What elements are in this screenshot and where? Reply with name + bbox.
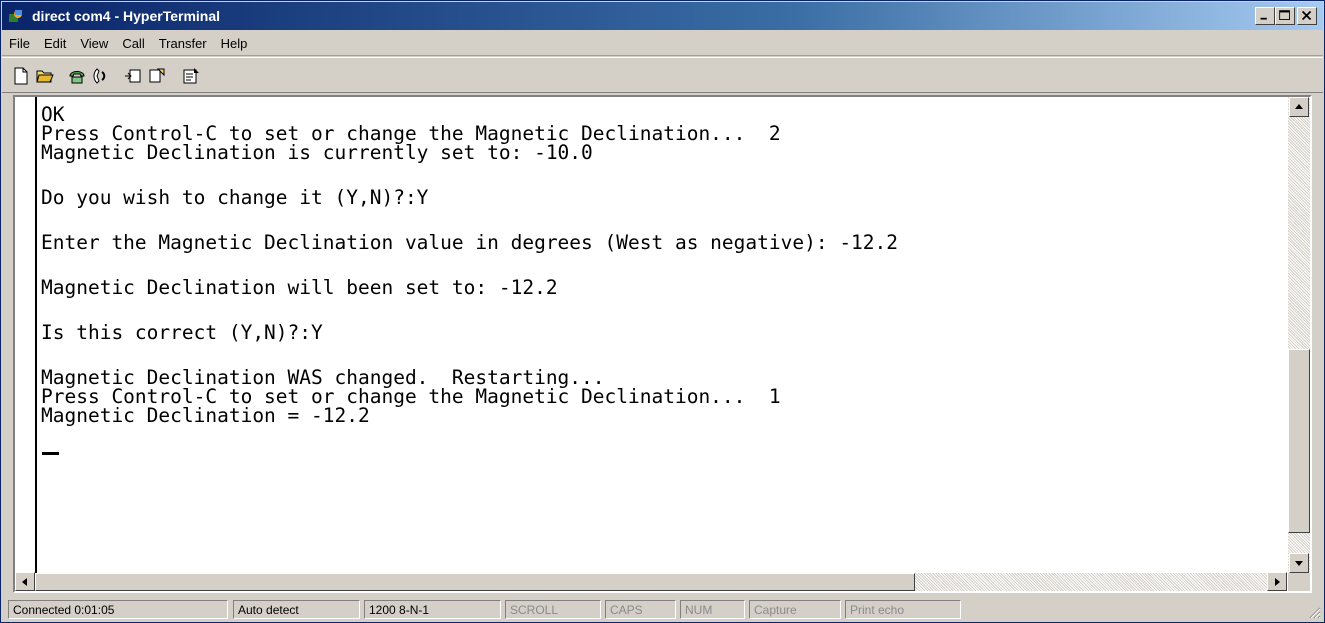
arrow-right-icon <box>1275 578 1280 586</box>
terminal-margin <box>35 97 37 575</box>
resize-grip-icon[interactable] <box>1307 605 1321 619</box>
terminal-line: Magnetic Declination will been set to: -… <box>41 276 558 299</box>
status-bar: Connected 0:01:05 Auto detect 1200 8-N-1… <box>2 598 1323 621</box>
terminal-line: Enter the Magnetic Declination value in … <box>41 231 899 254</box>
vertical-scrollbar[interactable] <box>1288 97 1310 575</box>
status-detect: Auto detect <box>233 600 360 619</box>
scrollbar-corner <box>1288 573 1310 591</box>
terminal-line: Magnetic Declination = -12.2 <box>41 404 370 427</box>
open-button[interactable] <box>34 65 56 87</box>
close-button[interactable] <box>1297 7 1317 25</box>
vertical-scroll-thumb[interactable] <box>1288 349 1310 533</box>
hyperterminal-app-icon[interactable] <box>8 8 24 24</box>
status-num: NUM <box>680 600 745 619</box>
open-icon <box>36 70 54 83</box>
horizontal-scroll-thumb[interactable] <box>35 573 915 591</box>
window-title: direct com4 - HyperTerminal <box>32 8 221 24</box>
disconnect-button[interactable] <box>90 65 112 87</box>
status-print-echo: Print echo <box>845 600 961 619</box>
menu-file[interactable]: File <box>2 36 37 51</box>
arrow-down-icon <box>1295 561 1303 566</box>
terminal-cursor <box>42 452 59 455</box>
toolbar <box>2 57 1323 93</box>
new-icon <box>14 67 28 85</box>
menu-transfer[interactable]: Transfer <box>152 36 214 51</box>
connect-icon <box>69 71 85 84</box>
terminal-line: Magnetic Declination is currently set to… <box>41 141 593 164</box>
arrow-up-icon <box>1295 104 1303 109</box>
status-capture: Capture <box>749 600 841 619</box>
status-scroll: SCROLL <box>505 600 601 619</box>
menu-call[interactable]: Call <box>115 36 151 51</box>
receive-icon <box>149 68 165 83</box>
send-button[interactable] <box>122 65 144 87</box>
arrow-left-icon <box>22 578 27 586</box>
receive-button[interactable] <box>146 65 168 87</box>
scroll-right-button[interactable] <box>1267 572 1287 591</box>
status-caps: CAPS <box>605 600 676 619</box>
properties-button[interactable] <box>180 65 202 87</box>
disconnect-icon <box>93 68 106 84</box>
menu-edit[interactable]: Edit <box>37 36 73 51</box>
horizontal-scrollbar[interactable] <box>15 572 1287 591</box>
status-connected: Connected 0:01:05 <box>8 600 228 619</box>
minimize-button[interactable] <box>1255 7 1275 25</box>
menu-bar: File Edit View Call Transfer Help <box>2 31 1323 56</box>
close-icon <box>1301 10 1312 21</box>
scroll-down-button[interactable] <box>1289 553 1309 573</box>
terminal-line: Is this correct (Y,N)?:Y <box>41 321 323 344</box>
caption-buttons <box>1255 7 1317 25</box>
new-button[interactable] <box>10 65 32 87</box>
terminal-output[interactable]: OK Press Control-C to set or change the … <box>15 97 1287 575</box>
properties-icon <box>183 68 199 84</box>
status-settings: 1200 8-N-1 <box>364 600 501 619</box>
terminal-frame: OK Press Control-C to set or change the … <box>13 95 1312 593</box>
hyperterminal-window: direct com4 - HyperTerminal File Edit Vi… <box>0 0 1325 623</box>
menu-help[interactable]: Help <box>214 36 255 51</box>
connect-button[interactable] <box>66 65 88 87</box>
terminal-line: Do you wish to change it (Y,N)?:Y <box>41 186 429 209</box>
minimize-icon <box>1260 17 1267 20</box>
maximize-button[interactable] <box>1275 7 1295 25</box>
maximize-icon <box>1279 10 1290 20</box>
scroll-up-button[interactable] <box>1289 97 1309 117</box>
menu-view[interactable]: View <box>73 36 115 51</box>
scroll-left-button[interactable] <box>15 572 35 591</box>
title-bar[interactable]: direct com4 - HyperTerminal <box>2 2 1323 30</box>
send-icon <box>125 69 141 83</box>
